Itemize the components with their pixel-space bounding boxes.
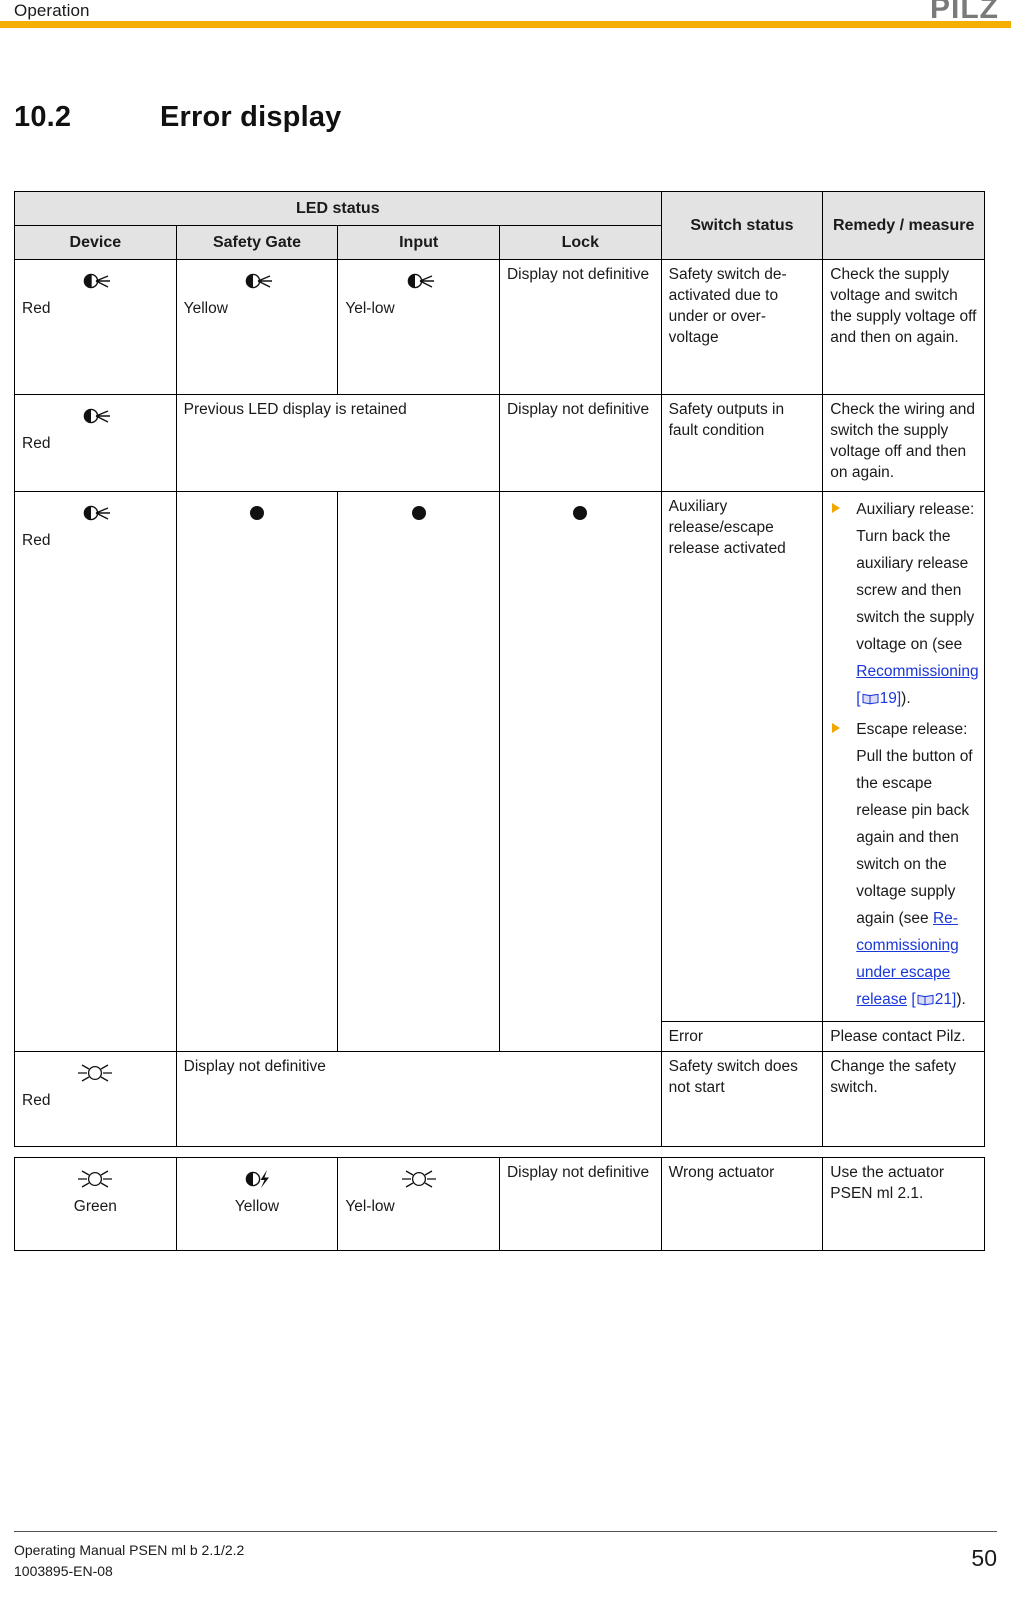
cell-switch-status: Error xyxy=(660,1021,824,1052)
col-safety-gate: Safety Gate xyxy=(175,225,339,260)
safety-gate-led-label: Yellow xyxy=(234,1198,280,1215)
remedy-bullet-list: Auxiliary release: Turn back the auxilia… xyxy=(830,496,979,1013)
led-on-sun-icon xyxy=(74,1166,116,1192)
footer-divider xyxy=(14,1531,997,1532)
cell-led-span-text: Previous LED display is retained xyxy=(175,394,500,492)
led-on-sun-icon xyxy=(74,1060,116,1086)
table-row: Red Yellow Yel-low Display not definitiv… xyxy=(14,259,985,395)
input-led-label: Yel-low xyxy=(345,1198,395,1215)
cell-switch-status: Safety outputs in fault condition xyxy=(660,394,824,492)
table-row: Red Previous LED display is retained Dis… xyxy=(14,394,985,492)
table-body: Red Yellow Yel-low Display not definitiv… xyxy=(14,259,985,1251)
footer-document-info: Operating Manual PSEN ml b 2.1/2.2 10038… xyxy=(14,1540,244,1582)
xref-page-number: 19 xyxy=(879,690,897,707)
cell-lock-text: Display not definitive xyxy=(498,394,662,492)
bullet-text-pre: Auxiliary release: Turn back the auxilia… xyxy=(856,501,975,653)
cell-remedy: Use the actuator PSEN ml 2.1. xyxy=(822,1157,985,1251)
section-title: Error display xyxy=(160,101,342,133)
cell-device-led: Red xyxy=(14,1051,177,1147)
col-group-remedy: Remedy / measure xyxy=(822,191,985,260)
led-flashing-half-icon xyxy=(236,268,278,294)
cell-switch-status: Safety switch de-activated due to under … xyxy=(660,259,824,395)
error-display-table: LED status Switch status Remedy / measur… xyxy=(14,191,985,1251)
led-off-dot-icon xyxy=(559,500,601,526)
section-number: 10.2 xyxy=(14,101,72,133)
led-off-dot-icon xyxy=(236,500,278,526)
col-group-switch-status: Switch status xyxy=(660,191,824,260)
bullet-text-pre: Escape release: Pull the button of the e… xyxy=(856,721,973,927)
page-header: Operation PILZ xyxy=(0,0,1011,28)
col-input: Input xyxy=(337,225,500,260)
page-footer: Operating Manual PSEN ml b 2.1/2.2 10038… xyxy=(14,1531,997,1593)
book-icon xyxy=(917,993,934,1006)
cell-switch-status: Safety switch does not start xyxy=(660,1051,824,1147)
list-item: Escape release: Pull the button of the e… xyxy=(830,716,977,1013)
xref-page-number: 21 xyxy=(934,991,952,1008)
col-device: Device xyxy=(14,225,177,260)
col-group-led-status: LED status xyxy=(14,191,662,226)
device-led-label: Red xyxy=(22,435,51,452)
footer-manual-title: Operating Manual PSEN ml b 2.1/2.2 xyxy=(14,1542,245,1558)
device-led-label: Green xyxy=(73,1198,117,1215)
cross-reference-link[interactable]: Recommissioning xyxy=(856,663,978,680)
device-led-label: Red xyxy=(22,1092,51,1109)
cell-remedy: Change the safety switch. xyxy=(822,1051,985,1147)
led-flashing-half-icon xyxy=(74,500,116,526)
led-on-sun-icon xyxy=(398,1166,440,1192)
safety-gate-led-label: Yellow xyxy=(183,300,228,317)
led-flashing-half-icon xyxy=(74,268,116,294)
cell-remedy: Please contact Pilz. xyxy=(822,1021,985,1052)
cell-switch-status: Wrong actuator xyxy=(660,1157,824,1251)
bullet-text-post: ). xyxy=(901,690,911,707)
cell-lock-text: Display not definitive xyxy=(498,259,662,395)
table-header: LED status Switch status Remedy / measur… xyxy=(14,191,985,260)
xref-bracket-open: [ xyxy=(907,991,916,1008)
header-chapter-title: Operation xyxy=(14,1,90,20)
led-flashing-half-icon xyxy=(398,268,440,294)
table-row: Green Yellow Yel-low Display not definit… xyxy=(14,1157,985,1251)
list-item: Auxiliary release: Turn back the auxilia… xyxy=(830,496,979,712)
led-off-dot-icon xyxy=(398,500,440,526)
cell-device-led: Red xyxy=(14,259,177,395)
cell-device-led: Green xyxy=(14,1157,177,1251)
cell-device-led: Red xyxy=(14,491,177,1052)
input-led-label: Yel-low xyxy=(345,300,395,317)
pilz-logo: PILZ xyxy=(930,0,999,20)
col-lock: Lock xyxy=(498,225,662,260)
device-led-label: Red xyxy=(22,300,51,317)
table-row: Red Display not definitive Safety switch… xyxy=(14,1051,985,1147)
cell-led-span-text: Display not definitive xyxy=(175,1051,662,1147)
device-led-label: Red xyxy=(22,532,51,549)
cell-input-led xyxy=(337,491,500,1052)
led-flashing-half-icon xyxy=(74,403,116,429)
cell-remedy: Check the supply voltage and switch the … xyxy=(822,259,985,395)
header-orange-rule xyxy=(0,21,1011,28)
cell-safety-gate-led: Yellow xyxy=(175,1157,339,1251)
cell-safety-gate-led xyxy=(175,491,339,1052)
footer-doc-id: 1003895-EN-08 xyxy=(14,1563,113,1579)
page-title: 10.2 Error display xyxy=(14,100,974,134)
cell-switch-status: Auxiliary release/escape release activat… xyxy=(660,491,824,1022)
xref-bracket-open: [ xyxy=(856,690,861,707)
triangle-bullet-icon xyxy=(832,503,841,513)
cell-input-led: Yel-low xyxy=(337,1157,500,1251)
cell-remedy: Check the wiring and switch the supply v… xyxy=(822,394,985,492)
cell-lock-text: Display not definitive xyxy=(498,1157,662,1251)
table-row: Red Auxiliary release/escape release act… xyxy=(14,491,985,1052)
page-number: 50 xyxy=(971,1545,997,1571)
led-bolt-icon xyxy=(236,1166,278,1192)
cell-safety-gate-led: Yellow xyxy=(175,259,339,395)
cell-lock-led xyxy=(498,491,662,1052)
table-row-spacer xyxy=(15,1147,985,1158)
table-group-header-row: LED status Switch status Remedy / measur… xyxy=(14,191,985,260)
triangle-bullet-icon xyxy=(832,723,841,733)
cell-remedy-bullets: Auxiliary release: Turn back the auxilia… xyxy=(822,491,985,1022)
cell-input-led: Yel-low xyxy=(337,259,500,395)
bullet-text-post: ). xyxy=(956,991,966,1008)
cell-device-led: Red xyxy=(14,394,177,492)
book-icon xyxy=(862,692,879,705)
